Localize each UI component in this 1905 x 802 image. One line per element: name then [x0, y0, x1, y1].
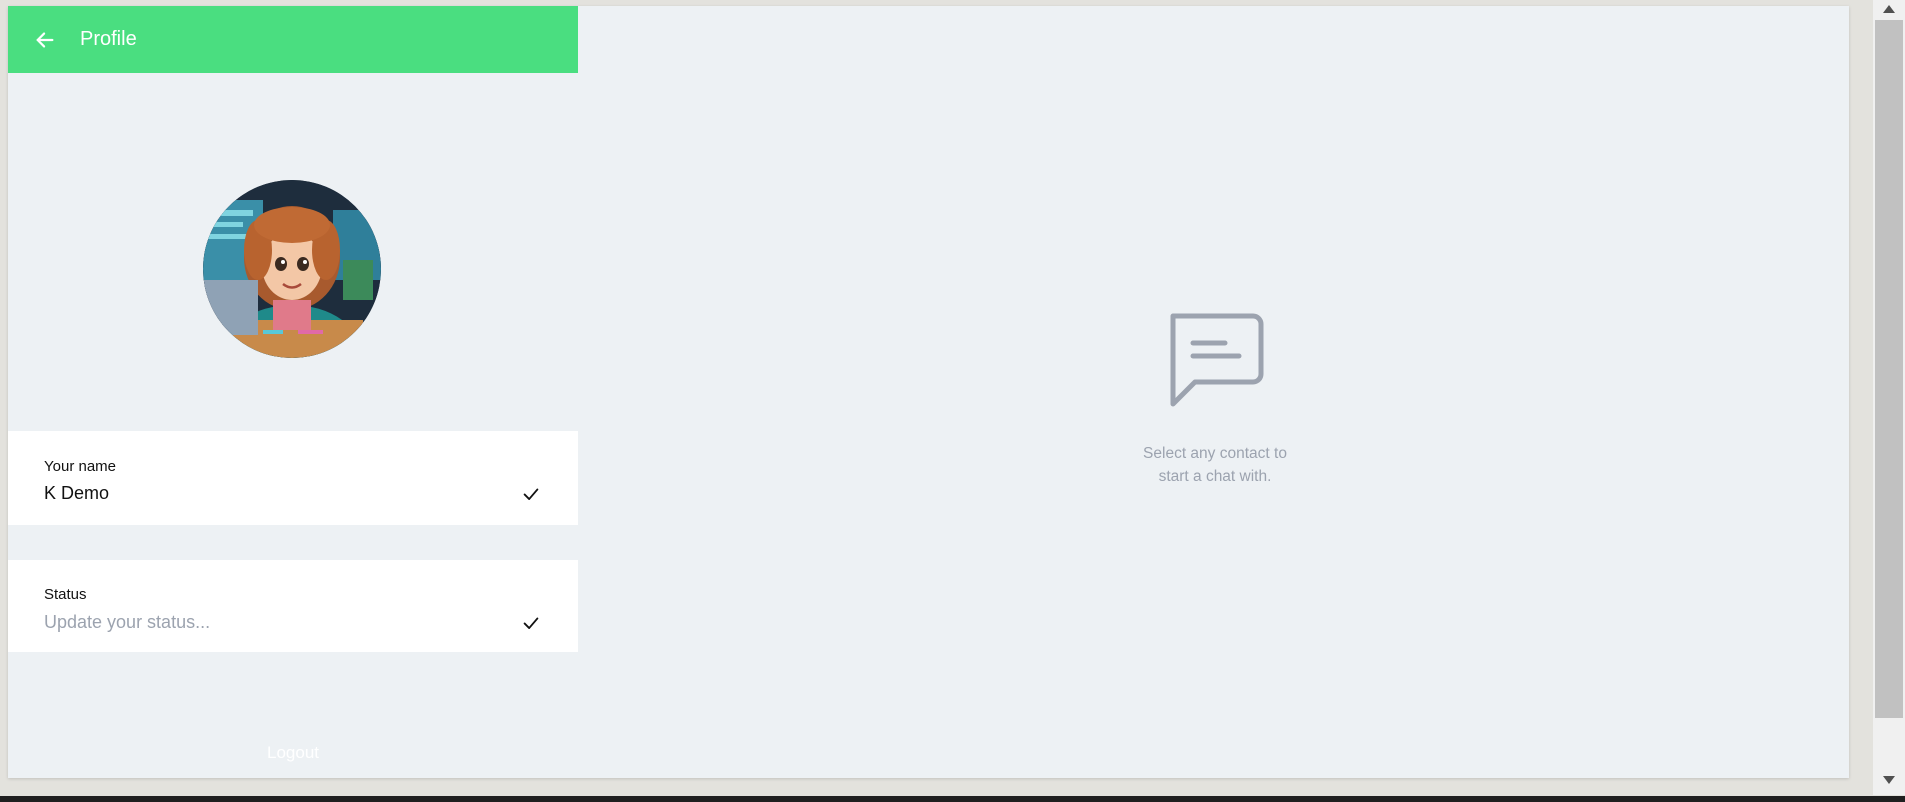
save-status-button[interactable] — [520, 612, 542, 634]
message-square-icon — [1170, 313, 1264, 407]
name-input[interactable] — [44, 483, 504, 504]
avatar[interactable] — [203, 180, 381, 358]
empty-state-line-2: start a chat with. — [1158, 468, 1272, 485]
scroll-thumb[interactable] — [1875, 20, 1903, 718]
save-name-button[interactable] — [520, 483, 542, 505]
triangle-down-icon — [1883, 776, 1895, 784]
profile-panel: Profile Your name K Demo Status Update y… — [8, 6, 578, 778]
back-button[interactable] — [30, 25, 60, 55]
page-title: Profile — [80, 28, 137, 50]
name-field-card: Your name — [8, 431, 578, 525]
empty-state-text: Select any contact to start a chat with. — [1115, 442, 1315, 488]
status-label: Status — [44, 586, 87, 603]
check-icon — [523, 488, 539, 500]
chat-empty-state: Select any contact to start a chat with. — [578, 6, 1849, 778]
empty-state-line-1: Select any contact to — [1143, 445, 1287, 462]
status-field-card: Status — [8, 560, 578, 652]
scroll-up-button[interactable] — [1873, 0, 1905, 18]
profile-header: Profile — [8, 6, 578, 73]
name-label: Your name — [44, 458, 116, 475]
app-window: Profile Your name K Demo Status Update y… — [8, 6, 1849, 778]
avatar-image — [203, 180, 381, 358]
arrow-left-icon — [36, 31, 54, 48]
check-icon — [523, 617, 539, 629]
triangle-up-icon — [1883, 5, 1895, 13]
logout-button[interactable]: Logout — [8, 743, 578, 763]
taskbar-edge — [0, 796, 1905, 802]
status-input[interactable] — [44, 612, 504, 633]
scroll-down-button[interactable] — [1873, 771, 1905, 789]
vertical-scrollbar[interactable] — [1873, 0, 1905, 795]
